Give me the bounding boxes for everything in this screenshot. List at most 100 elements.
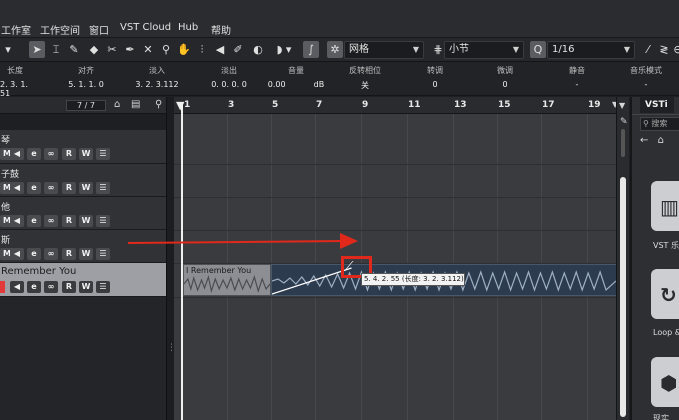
monitor-speaker-icon[interactable]: ◀ [10, 281, 24, 293]
back-arrow-icon[interactable]: ← [640, 135, 648, 146]
scroll-up-icon[interactable]: ▼ [619, 101, 625, 110]
settings-icon[interactable]: ⊖ [670, 41, 679, 58]
record-enable-button[interactable] [0, 281, 5, 293]
tool-mode-icon[interactable]: ◗ ▾ [270, 41, 298, 58]
search-icon[interactable]: ⚲ [155, 99, 162, 110]
write-button[interactable]: W [79, 248, 93, 260]
grid-type-select[interactable]: 小节 ▼ [444, 41, 524, 59]
link-icon[interactable]: ∞ [44, 248, 58, 260]
track-menu-icon[interactable]: ☰ [96, 182, 110, 194]
read-button[interactable]: R [62, 248, 76, 260]
edit-button[interactable]: e [27, 248, 41, 260]
vertical-scrollbar[interactable]: ▼ ✎ [616, 97, 629, 420]
snap-toggle-icon[interactable]: ∫ [303, 41, 319, 58]
snap-mode-icon[interactable]: ✲ [327, 41, 343, 58]
mute-tool-icon[interactable]: ✕ [140, 41, 156, 58]
timeline-ruler[interactable]: 1 3 5 7 9 11 13 15 17 19 ▼ [174, 97, 618, 114]
loops-samples-tile[interactable]: ↻ [651, 269, 679, 319]
hexagon-icon: ⬢ [660, 371, 678, 395]
vsti-tab[interactable]: VSTi [640, 97, 674, 113]
fade-handle-icon[interactable]: ⟋ [345, 259, 353, 274]
link-icon[interactable]: ∞ [44, 182, 58, 194]
comp-tool-icon[interactable]: ⫶ [194, 41, 210, 58]
color-swatch-icon[interactable]: ◐ [250, 41, 266, 58]
menu-window[interactable]: 窗口 [89, 22, 109, 37]
track-settings-icon[interactable]: ▤ [131, 99, 140, 110]
track-row[interactable]: 琴 M ◀ e ∞ R W ☰ [0, 130, 166, 164]
eraser-tool-icon[interactable]: ◆ [86, 41, 102, 58]
menu-studio[interactable]: 工作室 [1, 22, 31, 37]
edit-button[interactable]: e [27, 215, 41, 227]
quantize-icon[interactable]: Q [530, 41, 546, 58]
read-button[interactable]: R [62, 215, 76, 227]
snap-type-select[interactable]: 网格 ▼ [344, 41, 424, 59]
track-row[interactable]: 斯 M ◀ e ∞ R W ☰ [0, 230, 166, 263]
write-button[interactable]: W [79, 215, 93, 227]
position-tooltip: 5. 4. 2. 55 (长度: 3. 2. 3.112) [361, 273, 465, 286]
vst-instruments-tile[interactable]: ▥ [651, 181, 679, 231]
monitor-speaker-icon[interactable]: ◀ [10, 215, 24, 227]
edit-button[interactable]: e [27, 148, 41, 160]
link-icon[interactable]: ∞ [44, 215, 58, 227]
monitor-speaker-icon[interactable]: ◀ [10, 182, 24, 194]
write-button[interactable]: W [79, 182, 93, 194]
scroll-thumb[interactable] [620, 177, 626, 417]
write-button[interactable]: W [79, 281, 93, 293]
home-icon[interactable]: ⌂ [114, 99, 120, 110]
track-row-selected[interactable]: Remember You ◀ e ∞ R W ☰ [0, 263, 166, 297]
link-icon[interactable]: ∞ [44, 148, 58, 160]
info-volume: 音量 0.00 dB [267, 66, 325, 89]
scissors-tool-icon[interactable]: ✂ [104, 41, 120, 58]
track-menu-icon[interactable]: ☰ [96, 215, 110, 227]
presets-tile[interactable]: ⬢ [651, 357, 679, 407]
search-input[interactable]: ⚲ 搜索 [640, 117, 679, 131]
cursor-flag-icon[interactable]: ▼ [176, 99, 184, 112]
range-tool-icon[interactable]: ⌶ [48, 41, 64, 58]
dropdown-icon[interactable]: ▾ [2, 41, 14, 58]
info-line: 长度 2. 3. 1. 51 对齐 5. 1. 1. 0 淡入 3. 2. 3.… [0, 62, 679, 98]
monitor-speaker-icon[interactable]: ◀ [10, 148, 24, 160]
track-menu-icon[interactable]: ☰ [96, 148, 110, 160]
color-tool-icon[interactable]: ✐ [230, 41, 246, 58]
zoom-tool-icon[interactable]: ⚲ [158, 41, 174, 58]
info-fade-out: 淡出 0. 0. 0. 0 [211, 66, 247, 89]
info-finetune: 微调 0 [497, 66, 513, 89]
info-phase: 反转相位 关 [349, 66, 381, 90]
read-button[interactable]: R [62, 148, 76, 160]
track-menu-icon[interactable]: ☰ [96, 281, 110, 293]
right-zone: VSTi ⚲ 搜索 ← ⌂ ▥ VST 乐 ↻ Loop & ⬢ 现实 [630, 97, 679, 420]
edit-button[interactable]: e [27, 182, 41, 194]
menu-vst-cloud[interactable]: VST Cloud [120, 22, 171, 33]
link-icon[interactable]: ∞ [44, 281, 58, 293]
write-button[interactable]: W [79, 148, 93, 160]
menu-hub[interactable]: Hub [178, 22, 198, 33]
menu-workspace[interactable]: 工作空间 [40, 22, 80, 37]
info-fade-in: 淡入 3. 2. 3.112 [135, 66, 179, 89]
hand-tool-icon[interactable]: ✋ [176, 41, 192, 58]
menu-help[interactable]: 帮助 [211, 22, 231, 37]
quantize-select[interactable]: 1/16 ▼ [547, 41, 635, 59]
track-list-header: 7 / 7 ⌂ ▤ ⚲ [0, 97, 166, 114]
track-menu-icon[interactable]: ☰ [96, 248, 110, 260]
piano-icon: ▥ [660, 195, 679, 219]
zoom-tracks-icon[interactable]: ✎ [620, 117, 628, 127]
info-music-mode: 音乐模式 - [630, 66, 662, 89]
menu-bar: 工作室 工作空间 窗口 VST Cloud Hub 帮助 [0, 0, 679, 38]
monitor-speaker-icon[interactable]: ◀ [10, 248, 24, 260]
audio-event[interactable]: I Remember You [183, 264, 271, 296]
edit-button[interactable]: e [27, 281, 41, 293]
arrow-tool-icon[interactable]: ➤ [29, 41, 45, 58]
read-button[interactable]: R [62, 281, 76, 293]
read-button[interactable]: R [62, 182, 76, 194]
project-cursor[interactable] [181, 103, 183, 420]
glue-tool-icon[interactable]: ✒ [122, 41, 138, 58]
waveform-icon [184, 274, 270, 294]
pencil-tool-icon[interactable]: ✎ [66, 41, 82, 58]
play-tool-icon[interactable]: ◀ [212, 41, 228, 58]
track-row[interactable]: 他 M ◀ e ∞ R W ☰ [0, 197, 166, 230]
zoom-slider[interactable] [621, 129, 625, 157]
home-icon[interactable]: ⌂ [658, 135, 664, 146]
track-row[interactable]: 子鼓 M ◀ e ∞ R W ☰ [0, 164, 166, 197]
quantize-apply-icon[interactable]: ⁄ [640, 41, 656, 58]
panel-divider[interactable]: ⋮ [166, 97, 176, 420]
